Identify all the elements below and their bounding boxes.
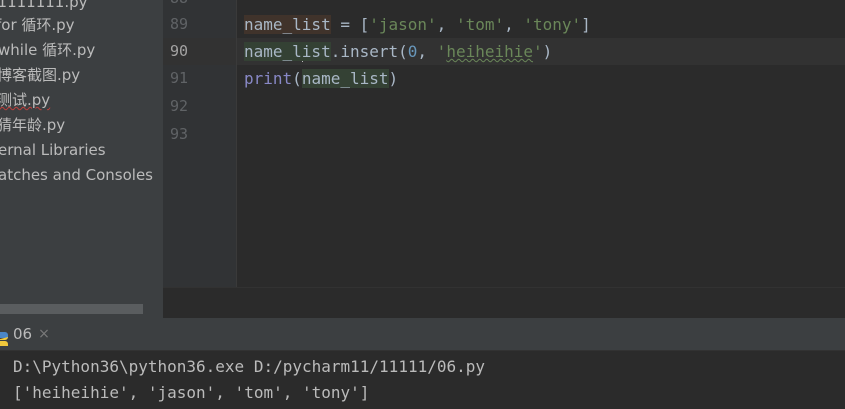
- code-token: .insert(: [330, 42, 408, 61]
- close-icon[interactable]: ×: [38, 318, 50, 350]
- run-tool-window-header: 06 ×: [0, 318, 845, 351]
- tree-item-file[interactable]: while 循环.py: [0, 39, 95, 61]
- code-line-90[interactable]: name_list.insert(0, 'heiheihie'): [244, 38, 552, 65]
- project-horizontal-scrollbar[interactable]: [0, 304, 143, 314]
- string-quote: ': [533, 42, 543, 61]
- code-token: ,: [504, 15, 524, 34]
- tree-item-file[interactable]: 猜年龄.py: [0, 114, 65, 136]
- tree-item-file[interactable]: 博客截图.py: [0, 64, 80, 86]
- line-number: 89: [169, 15, 188, 33]
- run-console-output[interactable]: D:\Python36\python36.exe D:/pycharm11/11…: [0, 351, 845, 409]
- string-literal: 'tony': [523, 15, 582, 34]
- console-line-output: ['heiheihie', 'jason', 'tom', 'tony']: [13, 383, 370, 402]
- builtin-function: print: [244, 69, 293, 88]
- code-editor[interactable]: 88 89 90 91 92 93 name_list = ['jason', …: [163, 0, 845, 287]
- tree-item-scratches-consoles[interactable]: atches and Consoles: [0, 164, 153, 186]
- project-tree-panel: 11111111.py for 循环.py while 循环.py 博客截图.p…: [0, 0, 163, 318]
- code-token: ): [388, 69, 399, 88]
- code-token: ,: [436, 15, 456, 34]
- code-token: = [: [330, 15, 370, 34]
- python-icon: [0, 326, 9, 346]
- line-number: 92: [169, 97, 188, 115]
- string-quote: ': [436, 42, 447, 61]
- line-number: 93: [169, 125, 188, 143]
- console-line-command: D:\Python36\python36.exe D:/pycharm11/11…: [13, 357, 486, 376]
- tree-item-file[interactable]: for 循环.py: [0, 14, 75, 36]
- run-tab[interactable]: 06 ×: [0, 318, 58, 350]
- code-line-89[interactable]: name_list = ['jason', 'tom', 'tony']: [244, 11, 591, 38]
- tree-item-file[interactable]: 11111111.py: [0, 0, 88, 13]
- variable-name: name_list: [244, 15, 331, 34]
- editor-bottom-area: [163, 287, 845, 319]
- tree-item-external-libraries[interactable]: ernal Libraries: [0, 139, 106, 161]
- string-literal: heiheihie: [446, 42, 534, 61]
- run-tab-title: 06: [13, 325, 33, 343]
- line-number: 91: [169, 69, 188, 87]
- string-literal: 'jason': [369, 15, 437, 34]
- line-number-current: 90: [169, 42, 188, 60]
- string-literal: 'tom': [455, 15, 505, 34]
- code-token: (: [292, 69, 302, 88]
- code-token: ]: [581, 15, 591, 34]
- number-literal: 0: [407, 42, 418, 61]
- code-token: ,: [417, 42, 437, 61]
- variable-name: name_l: [244, 42, 302, 61]
- gutter-separator: [236, 0, 237, 287]
- code-token: ): [542, 42, 553, 61]
- tree-item-file[interactable]: 测试.py: [0, 89, 50, 111]
- variable-name: ist: [301, 42, 331, 61]
- variable-name: name_list: [301, 69, 389, 88]
- code-line-91[interactable]: print(name_list): [244, 65, 398, 92]
